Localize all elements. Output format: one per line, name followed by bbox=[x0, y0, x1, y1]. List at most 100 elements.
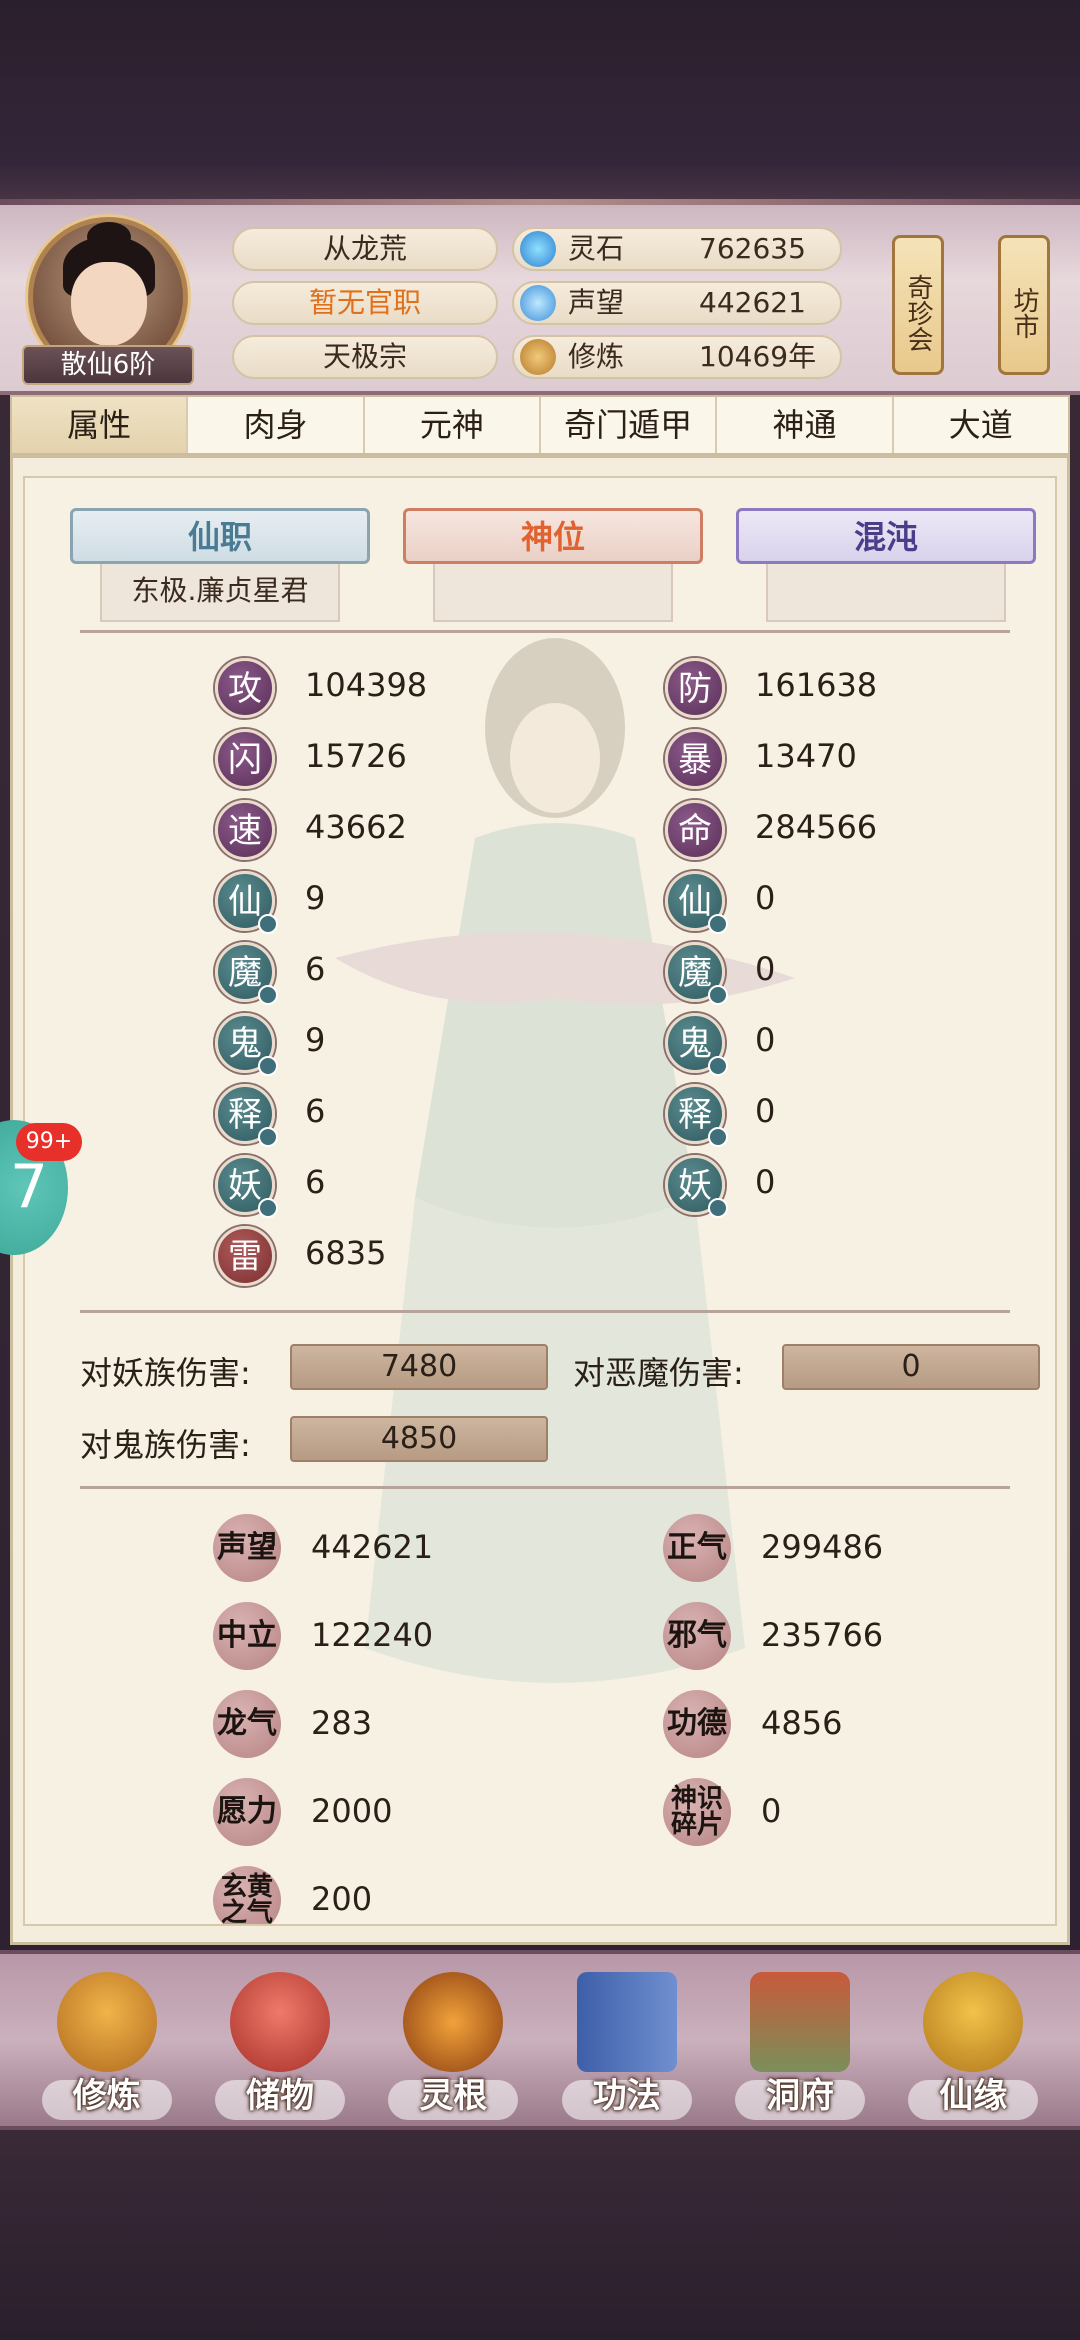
spirit-root-icon bbox=[403, 1972, 504, 2072]
buddha-defense-icon: 释 bbox=[665, 1084, 728, 1147]
player-name: 从龙荒 bbox=[232, 227, 498, 271]
evil-qi-attr-value: 235766 bbox=[761, 1616, 884, 1654]
bottom-nav: 修炼 储物 灵根 功法 洞府 仙缘 bbox=[0, 1950, 1080, 2130]
attribute-tabs: 属性 肉身 元神 奇门遁甲 神通 大道 bbox=[10, 395, 1070, 455]
resource-label: 灵石 bbox=[568, 232, 625, 265]
prestige-attr-icon: 声望 bbox=[213, 1514, 281, 1582]
ghost-defense-value: 0 bbox=[755, 1021, 776, 1059]
damage-vs-yao-label: 对妖族伤害: bbox=[80, 1354, 251, 1392]
crit-value: 13470 bbox=[755, 737, 857, 775]
thunder-icon: 雷 bbox=[215, 1226, 275, 1286]
section-divider bbox=[80, 1310, 1010, 1313]
notification-badge: 99+ bbox=[16, 1123, 82, 1161]
evil-qi-attr-icon: 邪气 bbox=[663, 1602, 731, 1670]
resource-label: 声望 bbox=[568, 286, 625, 319]
divine-seat-value bbox=[433, 564, 673, 622]
dragon-qi-attr-value: 283 bbox=[311, 1704, 373, 1742]
buddha-attack-value: 6 bbox=[305, 1092, 326, 1130]
immortal-defense-icon: 仙 bbox=[665, 871, 728, 934]
tab-spirit[interactable]: 元神 bbox=[365, 397, 541, 453]
player-header: 散仙6阶 从龙荒 暂无官职 天极宗 灵石 762635 声望 442621 修炼… bbox=[0, 205, 1080, 395]
chaos-value bbox=[766, 564, 1006, 622]
hp-value: 284566 bbox=[755, 808, 878, 846]
xuanhuang-qi-attr-value: 200 bbox=[311, 1880, 373, 1918]
tab-qimen[interactable]: 奇门遁甲 bbox=[541, 397, 718, 453]
righteous-qi-attr-value: 299486 bbox=[761, 1528, 884, 1566]
demon-defense-icon: 魔 bbox=[665, 942, 728, 1005]
dodge-icon: 闪 bbox=[215, 729, 275, 789]
technique-book-icon bbox=[576, 1972, 677, 2072]
nav-fate[interactable]: 仙缘 bbox=[898, 1960, 1048, 2120]
buddha-attack-icon: 释 bbox=[215, 1084, 278, 1147]
nav-cave[interactable]: 洞府 bbox=[725, 1960, 875, 2120]
nav-label: 功法 bbox=[592, 2076, 661, 2116]
resource-value: 10469年 bbox=[699, 340, 817, 373]
nav-label: 储物 bbox=[245, 2076, 314, 2116]
nav-spirit-root[interactable]: 灵根 bbox=[378, 1960, 528, 2120]
sect-name[interactable]: 天极宗 bbox=[232, 335, 498, 379]
bottom-band bbox=[0, 2130, 1080, 2340]
nav-label: 灵根 bbox=[419, 2076, 488, 2116]
speed-icon: 速 bbox=[215, 800, 275, 860]
yao-defense-icon: 妖 bbox=[665, 1155, 728, 1218]
tab-divine-arts[interactable]: 神通 bbox=[717, 397, 894, 453]
ghost-attack-value: 9 bbox=[305, 1021, 326, 1059]
hp-icon: 命 bbox=[665, 800, 725, 860]
damage-vs-ghost-value: 4850 bbox=[290, 1416, 548, 1462]
neutral-attr-icon: 中立 bbox=[213, 1602, 281, 1670]
ghost-defense-icon: 鬼 bbox=[665, 1013, 728, 1076]
damage-vs-demon-label: 对恶魔伤害: bbox=[573, 1354, 744, 1392]
immortal-post-banner[interactable]: 仙职 bbox=[70, 508, 370, 564]
resource-value: 762635 bbox=[699, 232, 806, 265]
attack-icon: 攻 bbox=[215, 658, 275, 718]
market-button[interactable]: 坊市 bbox=[998, 235, 1050, 375]
willpower-attr-icon: 愿力 bbox=[213, 1778, 281, 1846]
dodge-value: 15726 bbox=[305, 737, 407, 775]
willpower-attr-value: 2000 bbox=[311, 1792, 393, 1830]
tab-body[interactable]: 肉身 bbox=[188, 397, 365, 453]
attribute-panel-inner: 仙职 东极.廉贞星君 神位 混沌 攻 104398 闪 15726 速 4366… bbox=[23, 476, 1057, 1926]
demon-defense-value: 0 bbox=[755, 950, 776, 988]
thunder-value: 6835 bbox=[305, 1234, 387, 1272]
tab-attributes[interactable]: 属性 bbox=[12, 397, 189, 453]
nav-label: 仙缘 bbox=[939, 2076, 1008, 2116]
resource-label: 修炼 bbox=[568, 340, 625, 373]
storage-bag-icon bbox=[229, 1972, 330, 2072]
buddha-defense-value: 0 bbox=[755, 1092, 776, 1130]
treasure-fair-button[interactable]: 奇珍会 bbox=[892, 235, 944, 375]
immortal-defense-value: 0 bbox=[755, 879, 776, 917]
soul-shard-attr-value: 0 bbox=[761, 1792, 782, 1830]
yao-attack-icon: 妖 bbox=[215, 1155, 278, 1218]
nav-label: 修炼 bbox=[72, 2076, 141, 2116]
tab-great-dao[interactable]: 大道 bbox=[894, 397, 1068, 453]
immortal-attack-icon: 仙 bbox=[215, 871, 278, 934]
section-divider bbox=[80, 630, 1010, 633]
yao-attack-value: 6 bbox=[305, 1163, 326, 1201]
ghost-attack-icon: 鬼 bbox=[215, 1013, 278, 1076]
demon-attack-icon: 魔 bbox=[215, 942, 278, 1005]
xuanhuang-qi-attr-icon: 玄黄之气 bbox=[213, 1866, 281, 1924]
office-title[interactable]: 暂无官职 bbox=[232, 281, 498, 325]
prestige-attr-value: 442621 bbox=[311, 1528, 434, 1566]
merit-attr-icon: 功德 bbox=[663, 1690, 731, 1758]
resource-cultivation: 修炼 10469年 bbox=[512, 335, 842, 379]
resource-value: 442621 bbox=[699, 286, 806, 319]
nav-cultivate[interactable]: 修炼 bbox=[32, 1960, 182, 2120]
dragon-qi-attr-icon: 龙气 bbox=[213, 1690, 281, 1758]
nav-techniques[interactable]: 功法 bbox=[552, 1960, 702, 2120]
immortal-attack-value: 9 bbox=[305, 879, 326, 917]
prestige-icon bbox=[520, 285, 556, 321]
chaos-banner[interactable]: 混沌 bbox=[736, 508, 1036, 564]
nav-storage[interactable]: 储物 bbox=[205, 1960, 355, 2120]
gourd-icon bbox=[923, 1972, 1024, 2072]
yao-defense-value: 0 bbox=[755, 1163, 776, 1201]
cultivate-icon bbox=[56, 1972, 157, 2072]
soul-shard-attr-icon: 神识碎片 bbox=[663, 1778, 731, 1846]
section-divider bbox=[80, 1486, 1010, 1489]
resource-prestige: 声望 442621 bbox=[512, 281, 842, 325]
spirit-stone-icon bbox=[520, 231, 556, 267]
righteous-qi-attr-icon: 正气 bbox=[663, 1514, 731, 1582]
defense-icon: 防 bbox=[665, 658, 725, 718]
attribute-panel: 仙职 东极.廉贞星君 神位 混沌 攻 104398 闪 15726 速 4366… bbox=[10, 455, 1070, 1945]
divine-seat-banner[interactable]: 神位 bbox=[403, 508, 703, 564]
